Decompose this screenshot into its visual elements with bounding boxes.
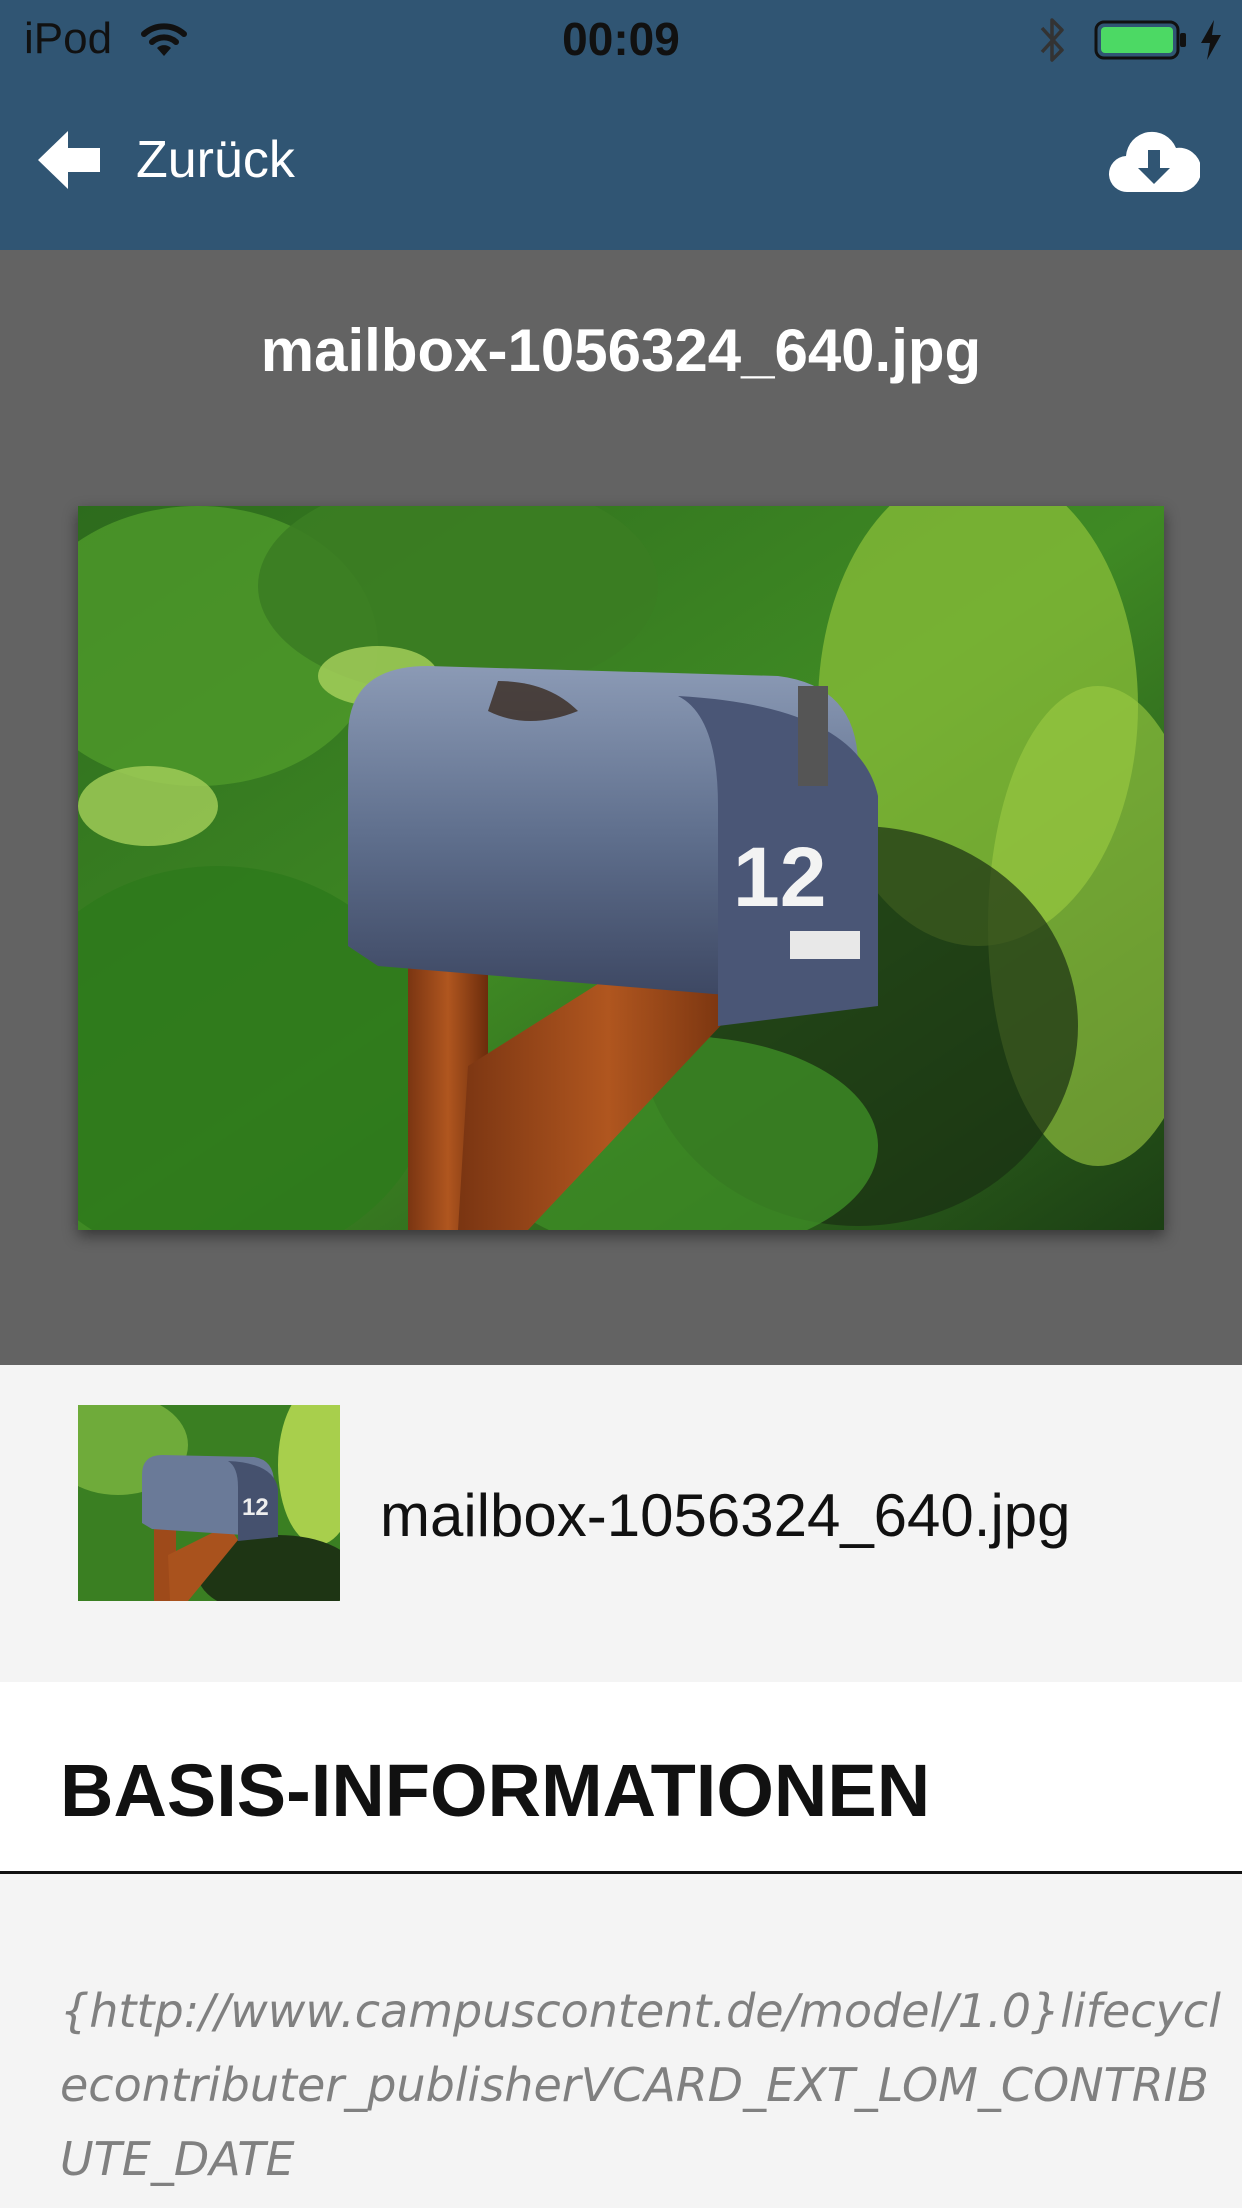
navigation-bar: iPod 00:09 Zurück xyxy=(0,0,1242,250)
back-label: Zurück xyxy=(136,131,295,189)
battery-icon xyxy=(1094,20,1186,60)
bluetooth-icon xyxy=(1040,18,1064,62)
file-row[interactable]: 12 mailbox-1056324_640.jpg xyxy=(0,1365,1242,1682)
mailbox-photo: 12 xyxy=(78,506,1164,1230)
thumbnail-image: 12 xyxy=(78,1405,340,1601)
cloud-download-icon[interactable] xyxy=(1108,126,1200,196)
file-thumbnail: 12 xyxy=(78,1405,340,1601)
back-button[interactable]: Zurück xyxy=(36,120,295,200)
section-title: BASIS-INFORMATIONEN xyxy=(60,1749,931,1832)
arrow-left-icon xyxy=(38,131,100,189)
property-key: {http://www.campuscontent.de/model/1.0}l… xyxy=(60,1984,1221,2186)
preview-image[interactable]: 12 xyxy=(78,506,1164,1230)
file-name: mailbox-1056324_640.jpg xyxy=(380,1482,1071,1549)
charging-icon xyxy=(1201,20,1221,60)
preview-panel: mailbox-1056324_640.jpg 12 xyxy=(0,250,1242,1365)
thumbnail-number: 12 xyxy=(242,1494,269,1521)
status-bar: iPod 00:09 xyxy=(0,0,1242,80)
mailbox-number: 12 xyxy=(733,830,826,924)
section-header: BASIS-INFORMATIONEN xyxy=(0,1682,1242,1874)
preview-title: mailbox-1056324_640.jpg xyxy=(260,317,982,384)
